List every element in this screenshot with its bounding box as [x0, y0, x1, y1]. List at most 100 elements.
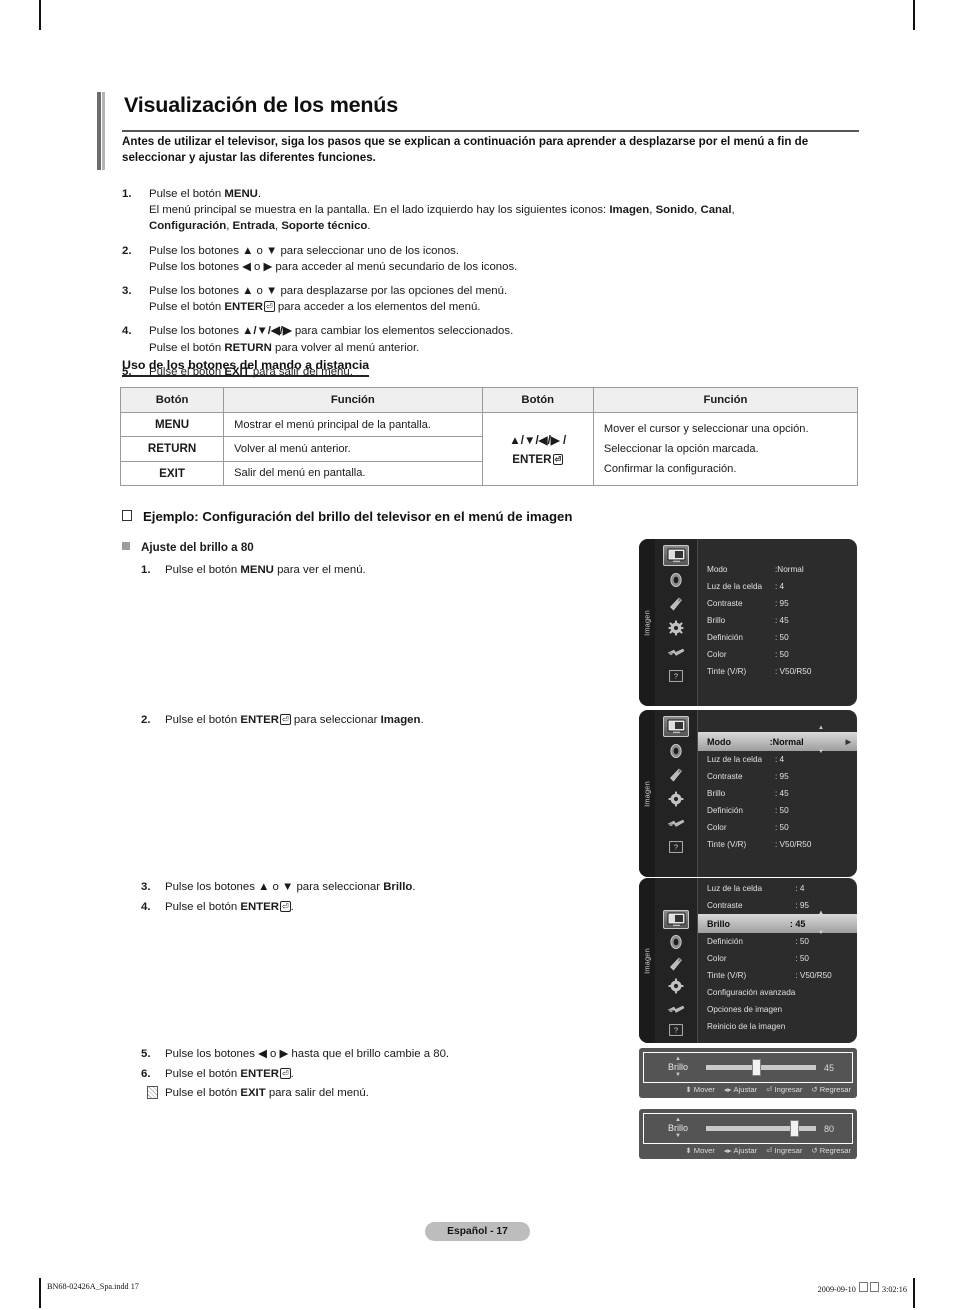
osd-row-brillo[interactable]: Brillo : 45 — [698, 785, 857, 802]
osd-row-opciones-imagen[interactable]: Opciones de imagen — [698, 1001, 857, 1018]
osd-row-definicion[interactable]: Definición : 50 — [698, 802, 857, 819]
updown-arrow-icon: ⬍ — [685, 1146, 692, 1155]
osd-row-label: Contraste — [707, 599, 743, 608]
step-4: 4. Pulse los botones ▲/▼/◀/▶ para cambia… — [122, 323, 862, 355]
osd-row-definicion[interactable]: Definición : 50 — [698, 629, 857, 646]
osd-row-color[interactable]: Color : 50 — [698, 819, 857, 836]
sound-icon[interactable] — [663, 569, 689, 590]
osd-row-tinte[interactable]: Tinte (V/R) : V50/R50 — [698, 663, 857, 680]
title-block: Visualización de los menús — [97, 90, 859, 170]
brightness-slider-track[interactable] — [706, 1059, 816, 1076]
nav-function-line: Mover el cursor y seleccionar una opción… — [603, 423, 809, 435]
osd-row-modo[interactable]: Modo :Normal — [698, 561, 857, 578]
slider-value: 45 — [824, 1062, 835, 1073]
step-number: 4. — [122, 325, 132, 338]
setup-icon[interactable] — [663, 788, 689, 809]
sound-icon[interactable] — [663, 740, 689, 761]
osd-row-brillo[interactable]: Brillo : 45 — [698, 612, 857, 629]
slider-panel-80: ▲ Brillo ▼ 80 ⬍ Mover ◂▸ Ajustar ⏎ Ingresar… — [639, 1109, 857, 1159]
sound-icon[interactable] — [663, 932, 689, 951]
missing-glyph-icon — [858, 1282, 868, 1292]
support-icon[interactable]: ? — [663, 836, 689, 857]
slider-label-group: ▲ Brillo ▼ — [650, 1117, 706, 1140]
osd-row-value: : 95 — [775, 599, 789, 608]
updown-arrow-icon: ⬍ — [685, 1085, 692, 1094]
osd-row-value: : 45 — [789, 918, 806, 929]
missing-glyph-icon — [869, 1282, 879, 1292]
picture-icon[interactable] — [663, 545, 689, 566]
osd-row-value: : 4 — [775, 755, 785, 764]
slider-knob[interactable] — [751, 1059, 761, 1076]
osd-row-luz-celda[interactable]: Luz de la celda : 4 — [698, 880, 857, 897]
input-icon[interactable] — [663, 641, 689, 662]
slider-knob[interactable] — [790, 1120, 799, 1137]
nav-arrows-label: ▲/▼/◀/▶ / — [509, 433, 567, 447]
osd-row-tinte[interactable]: Tinte (V/R) : V50/R50 — [698, 836, 857, 853]
setup-icon[interactable] — [663, 617, 689, 638]
osd-menu-list-2: ▲ Modo :Normal ▶ ▼ Luz de la celda : 4 C… — [698, 710, 857, 877]
step-2: 2. Pulse los botones ▲ o ▼ para seleccio… — [122, 243, 862, 275]
setup-icon[interactable] — [663, 977, 689, 996]
channel-icon[interactable] — [663, 593, 689, 614]
osd-icon-column: ? — [655, 710, 698, 877]
picture-icon[interactable] — [663, 910, 689, 930]
osd-rail: Imagen — [639, 539, 655, 706]
hint-regresar: ↺ Regresar — [811, 1146, 851, 1155]
step-number: 3. — [122, 285, 132, 298]
osd-row-definicion[interactable]: ▼ Definición : 50 — [698, 930, 857, 950]
osd-row-label: Luz de la celda — [707, 884, 763, 893]
cell-button-menu: MENU — [119, 411, 225, 438]
slider-label-group: ▲ Brillo ▼ — [650, 1056, 706, 1079]
osd-row-reinicio-imagen[interactable]: Reinicio de la imagen — [698, 1018, 857, 1035]
example-step-4: 4. Pulse el botón ENTER ⏎. — [141, 899, 641, 916]
osd-panel-1: Imagen ? Modo:Normal Luz de la celda: … — [639, 539, 857, 706]
osd-panel-2: Imagen ? ▲ Modo:Normal ▶ ▼ Luz de la ce… — [639, 710, 857, 877]
header-boton-2: Botón — [481, 387, 594, 413]
step-text: Pulse el botón ENTER ⏎ para seleccionar I… — [165, 714, 424, 726]
enter-key-icon: ⏎ — [766, 1146, 773, 1155]
brightness-slider-track[interactable] — [706, 1120, 816, 1137]
support-icon[interactable]: ? — [663, 665, 689, 686]
osd-row-modo-selected[interactable]: Modo :Normal ▶ — [698, 732, 857, 751]
osd-row-color[interactable]: Color : 50 — [698, 646, 857, 663]
document-timestamp: 2009-09-10 3:02:16 — [818, 1282, 907, 1294]
crop-mark-top-right — [913, 0, 915, 30]
channel-icon[interactable] — [663, 954, 689, 973]
slider-box: ▲ Brillo ▼ 45 — [643, 1052, 853, 1083]
osd-row-luz-celda[interactable]: Luz de la celda : 4 — [698, 578, 857, 595]
osd-row-label: Luz de la celda — [707, 755, 763, 764]
osd-row-tinte[interactable]: Tinte (V/R) : V50/R50 — [698, 967, 857, 984]
osd-row-luz-celda[interactable]: ▼ Luz de la celda : 4 — [698, 749, 857, 768]
channel-icon[interactable] — [663, 764, 689, 785]
slider-value: 80 — [824, 1123, 835, 1134]
page-number-badge: Español - 17 — [425, 1222, 530, 1241]
osd-row-label: Reinicio de la imagen — [707, 1022, 786, 1031]
slider-footer-hints: ⬍ Mover ◂▸ Ajustar ⏎ Ingresar ↺ Regresar — [639, 1144, 857, 1155]
bullet-outline-icon — [122, 508, 132, 521]
osd-row-value: : 4 — [795, 884, 805, 893]
enter-key-icon: ⏎ — [279, 1068, 291, 1079]
osd-row-contraste[interactable]: Contraste : 95 — [698, 768, 857, 785]
osd-row-color[interactable]: Color : 50 — [698, 950, 857, 967]
example-subheading: Ajuste del brillo a 80 — [122, 541, 254, 554]
step-number: 5. — [141, 1048, 151, 1060]
osd-row-value: : 4 — [775, 582, 785, 591]
input-icon[interactable] — [663, 812, 689, 833]
osd-row-brillo-selected[interactable]: Brillo : 45 ▶ — [698, 914, 857, 933]
hint-ingresar: ⏎ Ingresar — [766, 1085, 803, 1094]
timestamp-date: 2009-09-10 — [817, 1285, 856, 1294]
cell-function-exit: Salir del menú en pantalla. — [223, 460, 483, 487]
hint-ingresar: ⏎ Ingresar — [766, 1146, 803, 1155]
osd-row-value: : 50 — [775, 806, 789, 815]
support-icon[interactable]: ? — [663, 1021, 689, 1040]
osd-row-label: Opciones de imagen — [707, 1005, 783, 1014]
input-icon[interactable] — [663, 999, 689, 1018]
table-header-row: Botón Función Botón Función — [119, 387, 859, 413]
step-number: 4. — [141, 901, 151, 913]
osd-rail-label: Imagen — [642, 609, 652, 636]
osd-row-contraste[interactable]: Contraste : 95 — [698, 595, 857, 612]
osd-row-contraste[interactable]: ▲ Contraste : 95 — [698, 897, 857, 916]
osd-row-config-avanzada[interactable]: Configuración avanzada — [698, 984, 857, 1001]
key-return: RETURN — [224, 341, 272, 354]
picture-icon[interactable] — [663, 716, 689, 737]
